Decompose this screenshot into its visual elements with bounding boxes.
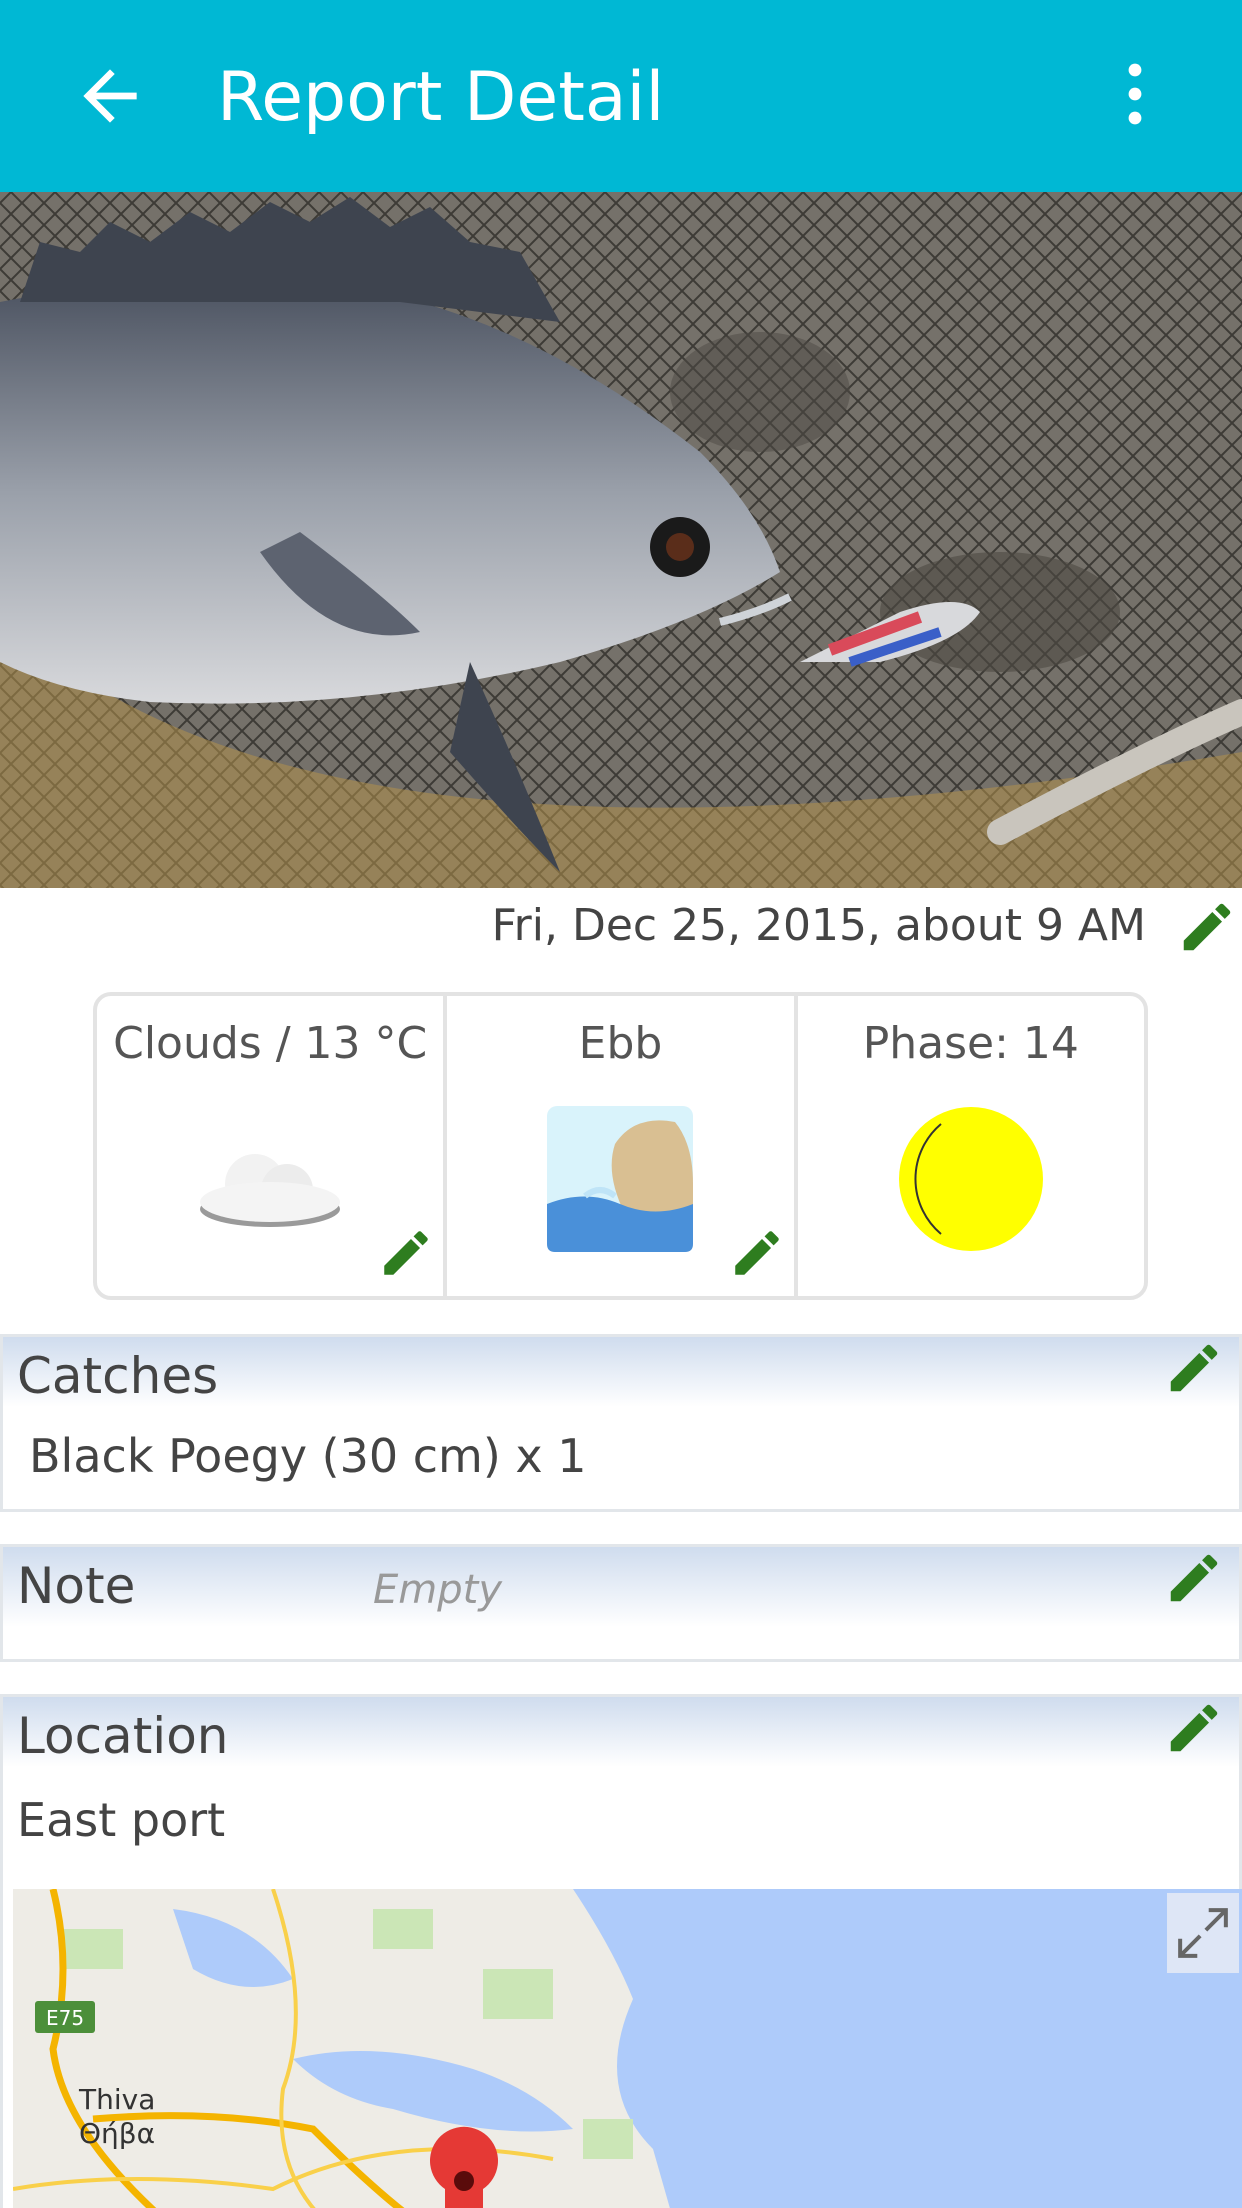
location-section: Location East port E75 Thiva Θήβα <box>0 1694 1242 2208</box>
tide-cell: Ebb <box>447 996 798 1296</box>
overflow-menu-button[interactable] <box>1110 56 1160 136</box>
catch-item[interactable]: Black Poegy (30 cm) x 1 <box>29 1429 587 1483</box>
pencil-icon <box>1183 903 1231 951</box>
page-title: Report Detail <box>217 58 665 137</box>
pencil-icon <box>1170 1344 1218 1392</box>
note-empty-placeholder: Empty <box>373 1567 502 1613</box>
edit-weather-button[interactable] <box>377 1224 435 1282</box>
edit-catches-button[interactable] <box>1163 1337 1225 1399</box>
moon-label: Phase: 14 <box>862 1018 1079 1069</box>
tide-label: Ebb <box>578 1018 663 1069</box>
ebb-tide-icon <box>545 1104 695 1254</box>
weather-cell: Clouds / 13 °C <box>97 996 448 1296</box>
map-road-label: E75 <box>46 2006 84 2030</box>
moon-cell: Phase: 14 <box>798 996 1144 1296</box>
map-expand-button[interactable] <box>1167 1893 1239 1973</box>
edit-note-button[interactable] <box>1163 1547 1225 1609</box>
conditions-panel: Clouds / 13 °C Ebb Phase: 14 <box>93 992 1148 1300</box>
weather-label: Clouds / 13 °C <box>113 1018 428 1069</box>
more-vert-icon <box>1128 63 1142 125</box>
pencil-icon <box>1170 1704 1218 1752</box>
report-date: Fri, Dec 25, 2015, about 9 AM <box>491 900 1146 951</box>
note-title: Note <box>17 1557 136 1615</box>
cloud-icon <box>195 1104 345 1254</box>
edit-tide-button[interactable] <box>728 1224 786 1282</box>
pencil-icon <box>734 1231 779 1275</box>
location-header: Location <box>3 1697 1239 1767</box>
fullscreen-icon <box>1178 1908 1228 1958</box>
moon-phase-icon <box>896 1104 1046 1254</box>
back-button[interactable] <box>70 56 150 136</box>
map-image: E75 Thiva Θήβα <box>13 1889 1242 2208</box>
location-map[interactable]: E75 Thiva Θήβα <box>13 1889 1242 2208</box>
edit-date-button[interactable] <box>1176 896 1238 958</box>
catches-title: Catches <box>17 1347 219 1405</box>
catches-section: Catches Black Poegy (30 cm) x 1 <box>0 1334 1242 1512</box>
catches-header: Catches <box>3 1337 1239 1407</box>
map-city-label-greek: Θήβα <box>79 2117 155 2150</box>
fish-photo-image <box>0 192 1242 888</box>
edit-location-button[interactable] <box>1163 1697 1225 1759</box>
app-bar: Report Detail <box>0 0 1242 192</box>
catch-photo[interactable] <box>0 192 1242 888</box>
map-city-label: Thiva <box>78 2083 155 2116</box>
note-section: Note Empty <box>0 1544 1242 1662</box>
location-name: East port <box>17 1793 226 1847</box>
arrow-back-icon <box>83 69 137 123</box>
pencil-icon <box>1170 1554 1218 1602</box>
pencil-icon <box>384 1231 429 1275</box>
location-title: Location <box>17 1707 229 1765</box>
note-header: Note Empty <box>3 1547 1239 1627</box>
